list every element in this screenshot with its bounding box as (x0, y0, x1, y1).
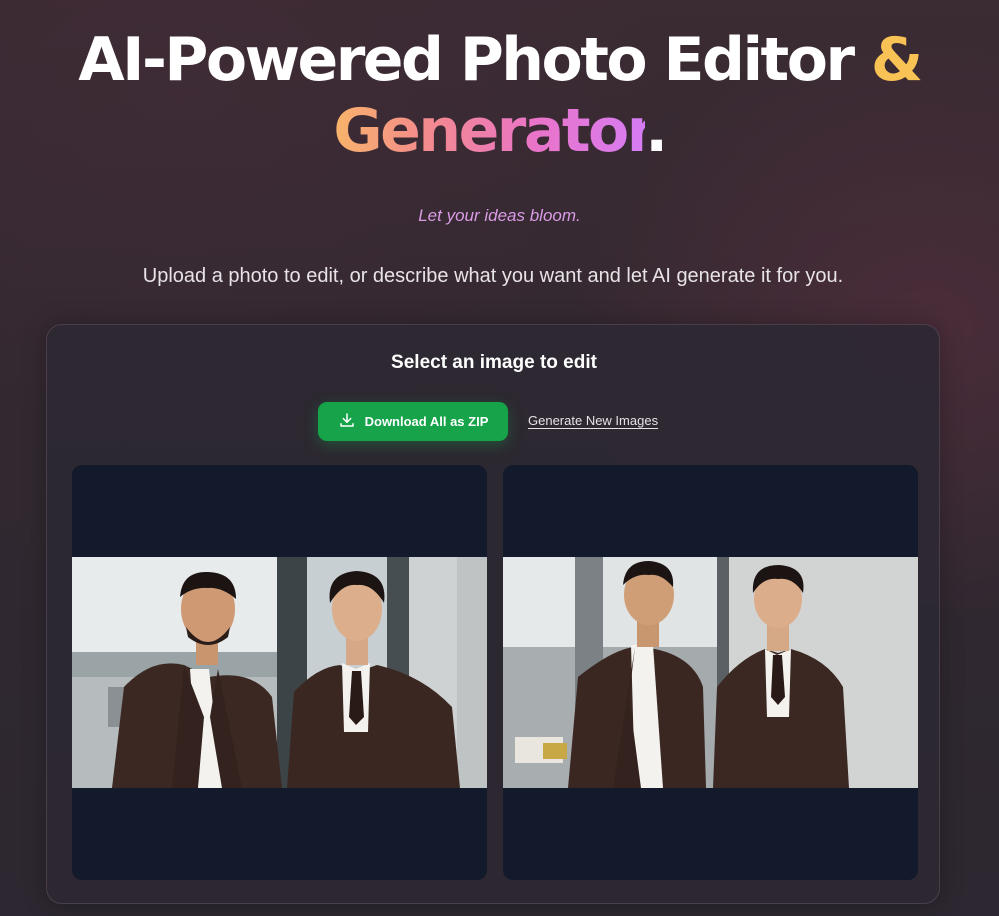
title-ampersand: & (870, 25, 923, 95)
image-selection-panel: Select an image to edit Download All as … (46, 324, 940, 904)
subtitle: Upload a photo to edit, or describe what… (142, 265, 844, 287)
generated-photo-1 (72, 557, 487, 788)
title-text: AI-Powered Photo Editor (78, 25, 871, 95)
generated-photo-2 (503, 557, 918, 788)
page-title-line-2: Generator. (0, 96, 999, 166)
page-title-line-1: AI-Powered Photo Editor & (0, 25, 999, 95)
download-all-zip-label: Download All as ZIP (364, 414, 489, 429)
panel-title: Select an image to edit (391, 352, 597, 373)
title-period: . (645, 96, 668, 166)
title-generator-word: Generator (333, 96, 647, 166)
download-icon (338, 411, 356, 432)
generate-new-images-link[interactable]: Generate New Images (528, 413, 658, 428)
image-option-2[interactable] (503, 465, 918, 880)
image-option-1[interactable] (72, 465, 487, 880)
download-all-zip-button[interactable]: Download All as ZIP (318, 402, 508, 441)
tagline: Let your ideas bloom. (418, 206, 581, 225)
